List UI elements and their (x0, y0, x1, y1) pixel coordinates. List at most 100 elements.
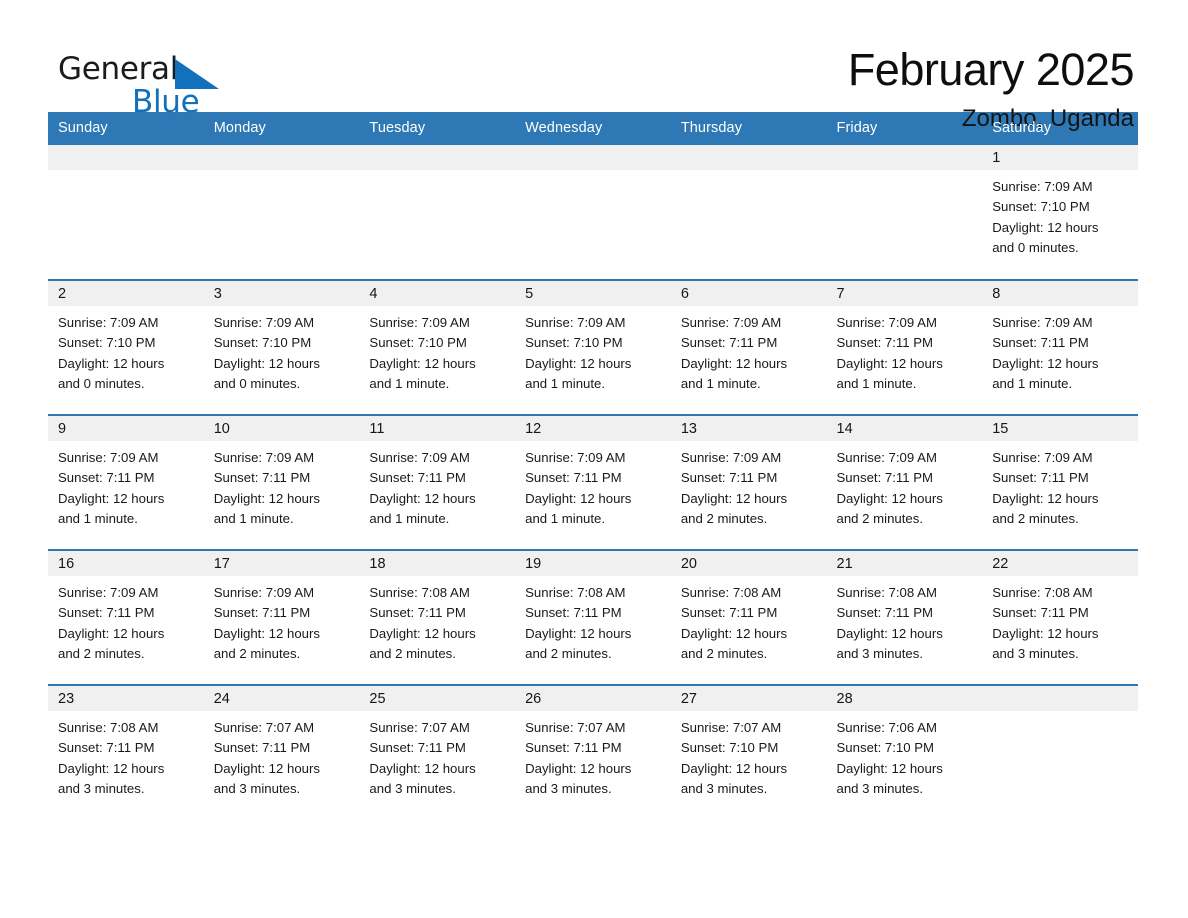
daylight-text-line1: Daylight: 12 hours (992, 625, 1099, 641)
calendar-day-cell[interactable]: 25 Sunrise: 7:07 AM Sunset: 7:11 PM Dayligh… (359, 684, 516, 820)
day-number: 11 (359, 416, 516, 441)
calendar-day-cell[interactable]: 5 Sunrise: 7:09 AM Sunset: 7:10 PM Daylight… (515, 279, 671, 415)
calendar-day-cell[interactable]: 6 Sunrise: 7:09 AM Sunset: 7:11 PM Daylight… (670, 279, 827, 415)
sunrise-text: Sunrise: 7:09 AM (836, 450, 937, 465)
sunrise-text: Sunrise: 7:09 AM (58, 450, 159, 465)
calendar-day-cell[interactable]: 26 Sunrise: 7:07 AM Sunset: 7:11 PM Dayligh… (515, 684, 671, 820)
calendar-day-cell[interactable]: 28 Sunrise: 7:06 AM Sunset: 7:10 PM Dayligh… (826, 684, 983, 820)
day-number (515, 145, 671, 170)
daylight-text-line2: and 2 minutes. (58, 645, 145, 661)
calendar-day-cell[interactable]: 27 Sunrise: 7:07 AM Sunset: 7:10 PM Dayligh… (670, 684, 827, 820)
daylight-text-line2: and 1 minute. (525, 375, 606, 391)
daylight-text-line1: Daylight: 12 hours (836, 355, 943, 371)
daylight-text-line2: and 2 minutes. (525, 645, 612, 661)
calendar-day-cell[interactable]: 21 Sunrise: 7:08 AM Sunset: 7:11 PM Dayligh… (826, 549, 983, 685)
day-number: 6 (670, 281, 827, 306)
sunrise-text: Sunrise: 7:09 AM (680, 315, 782, 330)
daylight-text-line2: and 3 minutes. (992, 645, 1079, 661)
calendar-day-cell[interactable]: 3 Sunrise: 7:09 AM Sunset: 7:10 PM Daylight… (203, 279, 360, 415)
calendar-day-cell-empty (359, 145, 516, 280)
sunrise-text: Sunrise: 7:09 AM (369, 315, 470, 330)
day-details: Sunrise: 7:07 AM Sunset: 7:11 PM Daylight:… (359, 711, 515, 799)
calendar-page: General Blue February 2025 Zombo, Uganda… (0, 0, 1188, 918)
generalblue-logo: General Blue (58, 46, 288, 118)
sunrise-text: Sunrise: 7:08 AM (369, 585, 470, 600)
daylight-text-line2: and 3 minutes. (836, 645, 924, 661)
daylight-text-line1: Daylight: 12 hours (213, 625, 320, 641)
sunset-text: Sunset: 7:11 PM (369, 740, 466, 756)
day-cell-inner (982, 686, 1138, 820)
calendar-day-cell[interactable]: 12 Sunrise: 7:09 AM Sunset: 7:11 PM Dayligh… (515, 414, 671, 550)
calendar-day-cell[interactable]: 8 Sunrise: 7:09 AM Sunset: 7:11 PM Daylight… (982, 279, 1138, 415)
day-cell-inner: 19 Sunrise: 7:08 AM Sunset: 7:11 PM Dayligh… (515, 551, 671, 684)
day-number: 27 (670, 686, 827, 711)
daylight-text-line1: Daylight: 12 hours (992, 355, 1099, 371)
calendar-day-cell[interactable]: 14 Sunrise: 7:09 AM Sunset: 7:11 PM Dayligh… (826, 414, 983, 550)
calendar-week-row: 23 Sunrise: 7:08 AM Sunset: 7:11 PM Dayligh… (48, 684, 1138, 820)
calendar-day-cell[interactable]: 20 Sunrise: 7:08 AM Sunset: 7:11 PM Dayligh… (670, 549, 827, 685)
day-details: Sunrise: 7:09 AM Sunset: 7:10 PM Daylight:… (48, 306, 204, 394)
daylight-text-line2: and 2 minutes. (992, 510, 1079, 526)
calendar-day-cell[interactable]: 4 Sunrise: 7:09 AM Sunset: 7:10 PM Daylight… (359, 279, 516, 415)
sunset-text: Sunset: 7:11 PM (836, 470, 934, 486)
day-details: Sunrise: 7:09 AM Sunset: 7:11 PM Daylight:… (827, 306, 983, 394)
weekday-header-thursday: Thursday (670, 112, 827, 145)
calendar-day-cell[interactable]: 23 Sunrise: 7:08 AM Sunset: 7:11 PM Dayligh… (48, 684, 204, 820)
calendar-day-cell-empty (670, 145, 827, 280)
day-details: Sunrise: 7:09 AM Sunset: 7:11 PM Daylight:… (671, 441, 827, 529)
daylight-text-line1: Daylight: 12 hours (525, 625, 632, 641)
day-number: 19 (515, 551, 671, 576)
calendar-day-cell[interactable]: 13 Sunrise: 7:09 AM Sunset: 7:11 PM Dayligh… (670, 414, 827, 550)
logo-text-general: General (58, 51, 179, 87)
daylight-text-line1: Daylight: 12 hours (58, 625, 165, 641)
day-details: Sunrise: 7:08 AM Sunset: 7:11 PM Daylight:… (827, 576, 983, 664)
day-cell-inner: 9 Sunrise: 7:09 AM Sunset: 7:11 PM Daylight… (48, 416, 204, 549)
calendar-day-cell[interactable]: 24 Sunrise: 7:07 AM Sunset: 7:11 PM Dayligh… (203, 684, 360, 820)
day-cell-inner (359, 145, 516, 279)
daylight-text-line2: and 0 minutes. (213, 375, 301, 391)
daylight-text-line1: Daylight: 12 hours (213, 490, 320, 506)
calendar-day-cell[interactable]: 11 Sunrise: 7:09 AM Sunset: 7:11 PM Dayligh… (359, 414, 516, 550)
calendar-day-cell[interactable]: 19 Sunrise: 7:08 AM Sunset: 7:11 PM Dayligh… (515, 549, 671, 685)
day-cell-inner (515, 145, 671, 279)
day-number: 23 (48, 686, 204, 711)
daylight-text-line2: and 0 minutes. (58, 375, 145, 391)
calendar-day-cell[interactable]: 16 Sunrise: 7:09 AM Sunset: 7:11 PM Dayligh… (48, 549, 204, 685)
sunset-text: Sunset: 7:11 PM (992, 470, 1089, 486)
day-details: Sunrise: 7:07 AM Sunset: 7:11 PM Daylight:… (515, 711, 671, 799)
day-cell-inner: 23 Sunrise: 7:08 AM Sunset: 7:11 PM Dayligh… (48, 686, 204, 820)
sunset-text: Sunset: 7:11 PM (992, 605, 1089, 621)
day-cell-inner: 25 Sunrise: 7:07 AM Sunset: 7:11 PM Dayligh… (359, 686, 516, 820)
sunset-text: Sunset: 7:11 PM (58, 605, 155, 621)
day-details: Sunrise: 7:09 AM Sunset: 7:11 PM Daylight:… (982, 441, 1138, 529)
day-cell-inner: 5 Sunrise: 7:09 AM Sunset: 7:10 PM Daylight… (515, 281, 671, 414)
sunset-text: Sunset: 7:11 PM (836, 335, 934, 351)
calendar-day-cell[interactable]: 9 Sunrise: 7:09 AM Sunset: 7:11 PM Daylight… (48, 414, 204, 550)
calendar-day-cell[interactable]: 1 Sunrise: 7:09 AM Sunset: 7:10 PM Daylight… (982, 145, 1138, 280)
daylight-text-line1: Daylight: 12 hours (836, 490, 943, 506)
day-details: Sunrise: 7:09 AM Sunset: 7:11 PM Daylight:… (827, 441, 983, 529)
sunset-text: Sunset: 7:11 PM (680, 470, 778, 486)
day-cell-inner: 3 Sunrise: 7:09 AM Sunset: 7:10 PM Daylight… (203, 281, 360, 414)
sunrise-text: Sunrise: 7:07 AM (680, 720, 782, 735)
daylight-text-line1: Daylight: 12 hours (369, 490, 476, 506)
calendar-day-cell[interactable]: 10 Sunrise: 7:09 AM Sunset: 7:11 PM Dayligh… (203, 414, 360, 550)
calendar-day-cell[interactable]: 7 Sunrise: 7:09 AM Sunset: 7:11 PM Daylight… (826, 279, 983, 415)
daylight-text-line2: and 2 minutes. (680, 645, 768, 661)
day-number: 3 (203, 281, 360, 306)
sunset-text: Sunset: 7:11 PM (525, 740, 622, 756)
daylight-text-line1: Daylight: 12 hours (525, 760, 632, 776)
calendar-day-cell[interactable]: 17 Sunrise: 7:09 AM Sunset: 7:11 PM Dayligh… (203, 549, 360, 685)
calendar-day-cell[interactable]: 18 Sunrise: 7:08 AM Sunset: 7:11 PM Dayligh… (359, 549, 516, 685)
weekday-header-tuesday: Tuesday (359, 112, 516, 145)
day-details: Sunrise: 7:08 AM Sunset: 7:11 PM Daylight:… (515, 576, 671, 664)
calendar-day-cell[interactable]: 15 Sunrise: 7:09 AM Sunset: 7:11 PM Dayligh… (982, 414, 1138, 550)
day-details: Sunrise: 7:08 AM Sunset: 7:11 PM Daylight:… (671, 576, 827, 664)
day-details: Sunrise: 7:09 AM Sunset: 7:11 PM Daylight:… (204, 576, 360, 664)
calendar-day-cell[interactable]: 22 Sunrise: 7:08 AM Sunset: 7:11 PM Dayligh… (982, 549, 1138, 685)
day-details: Sunrise: 7:09 AM Sunset: 7:11 PM Daylight:… (982, 306, 1138, 394)
daylight-text-line2: and 3 minutes. (680, 780, 768, 796)
day-number: 25 (359, 686, 516, 711)
day-cell-inner: 2 Sunrise: 7:09 AM Sunset: 7:10 PM Daylight… (48, 281, 204, 414)
calendar-day-cell[interactable]: 2 Sunrise: 7:09 AM Sunset: 7:10 PM Daylight… (48, 279, 204, 415)
